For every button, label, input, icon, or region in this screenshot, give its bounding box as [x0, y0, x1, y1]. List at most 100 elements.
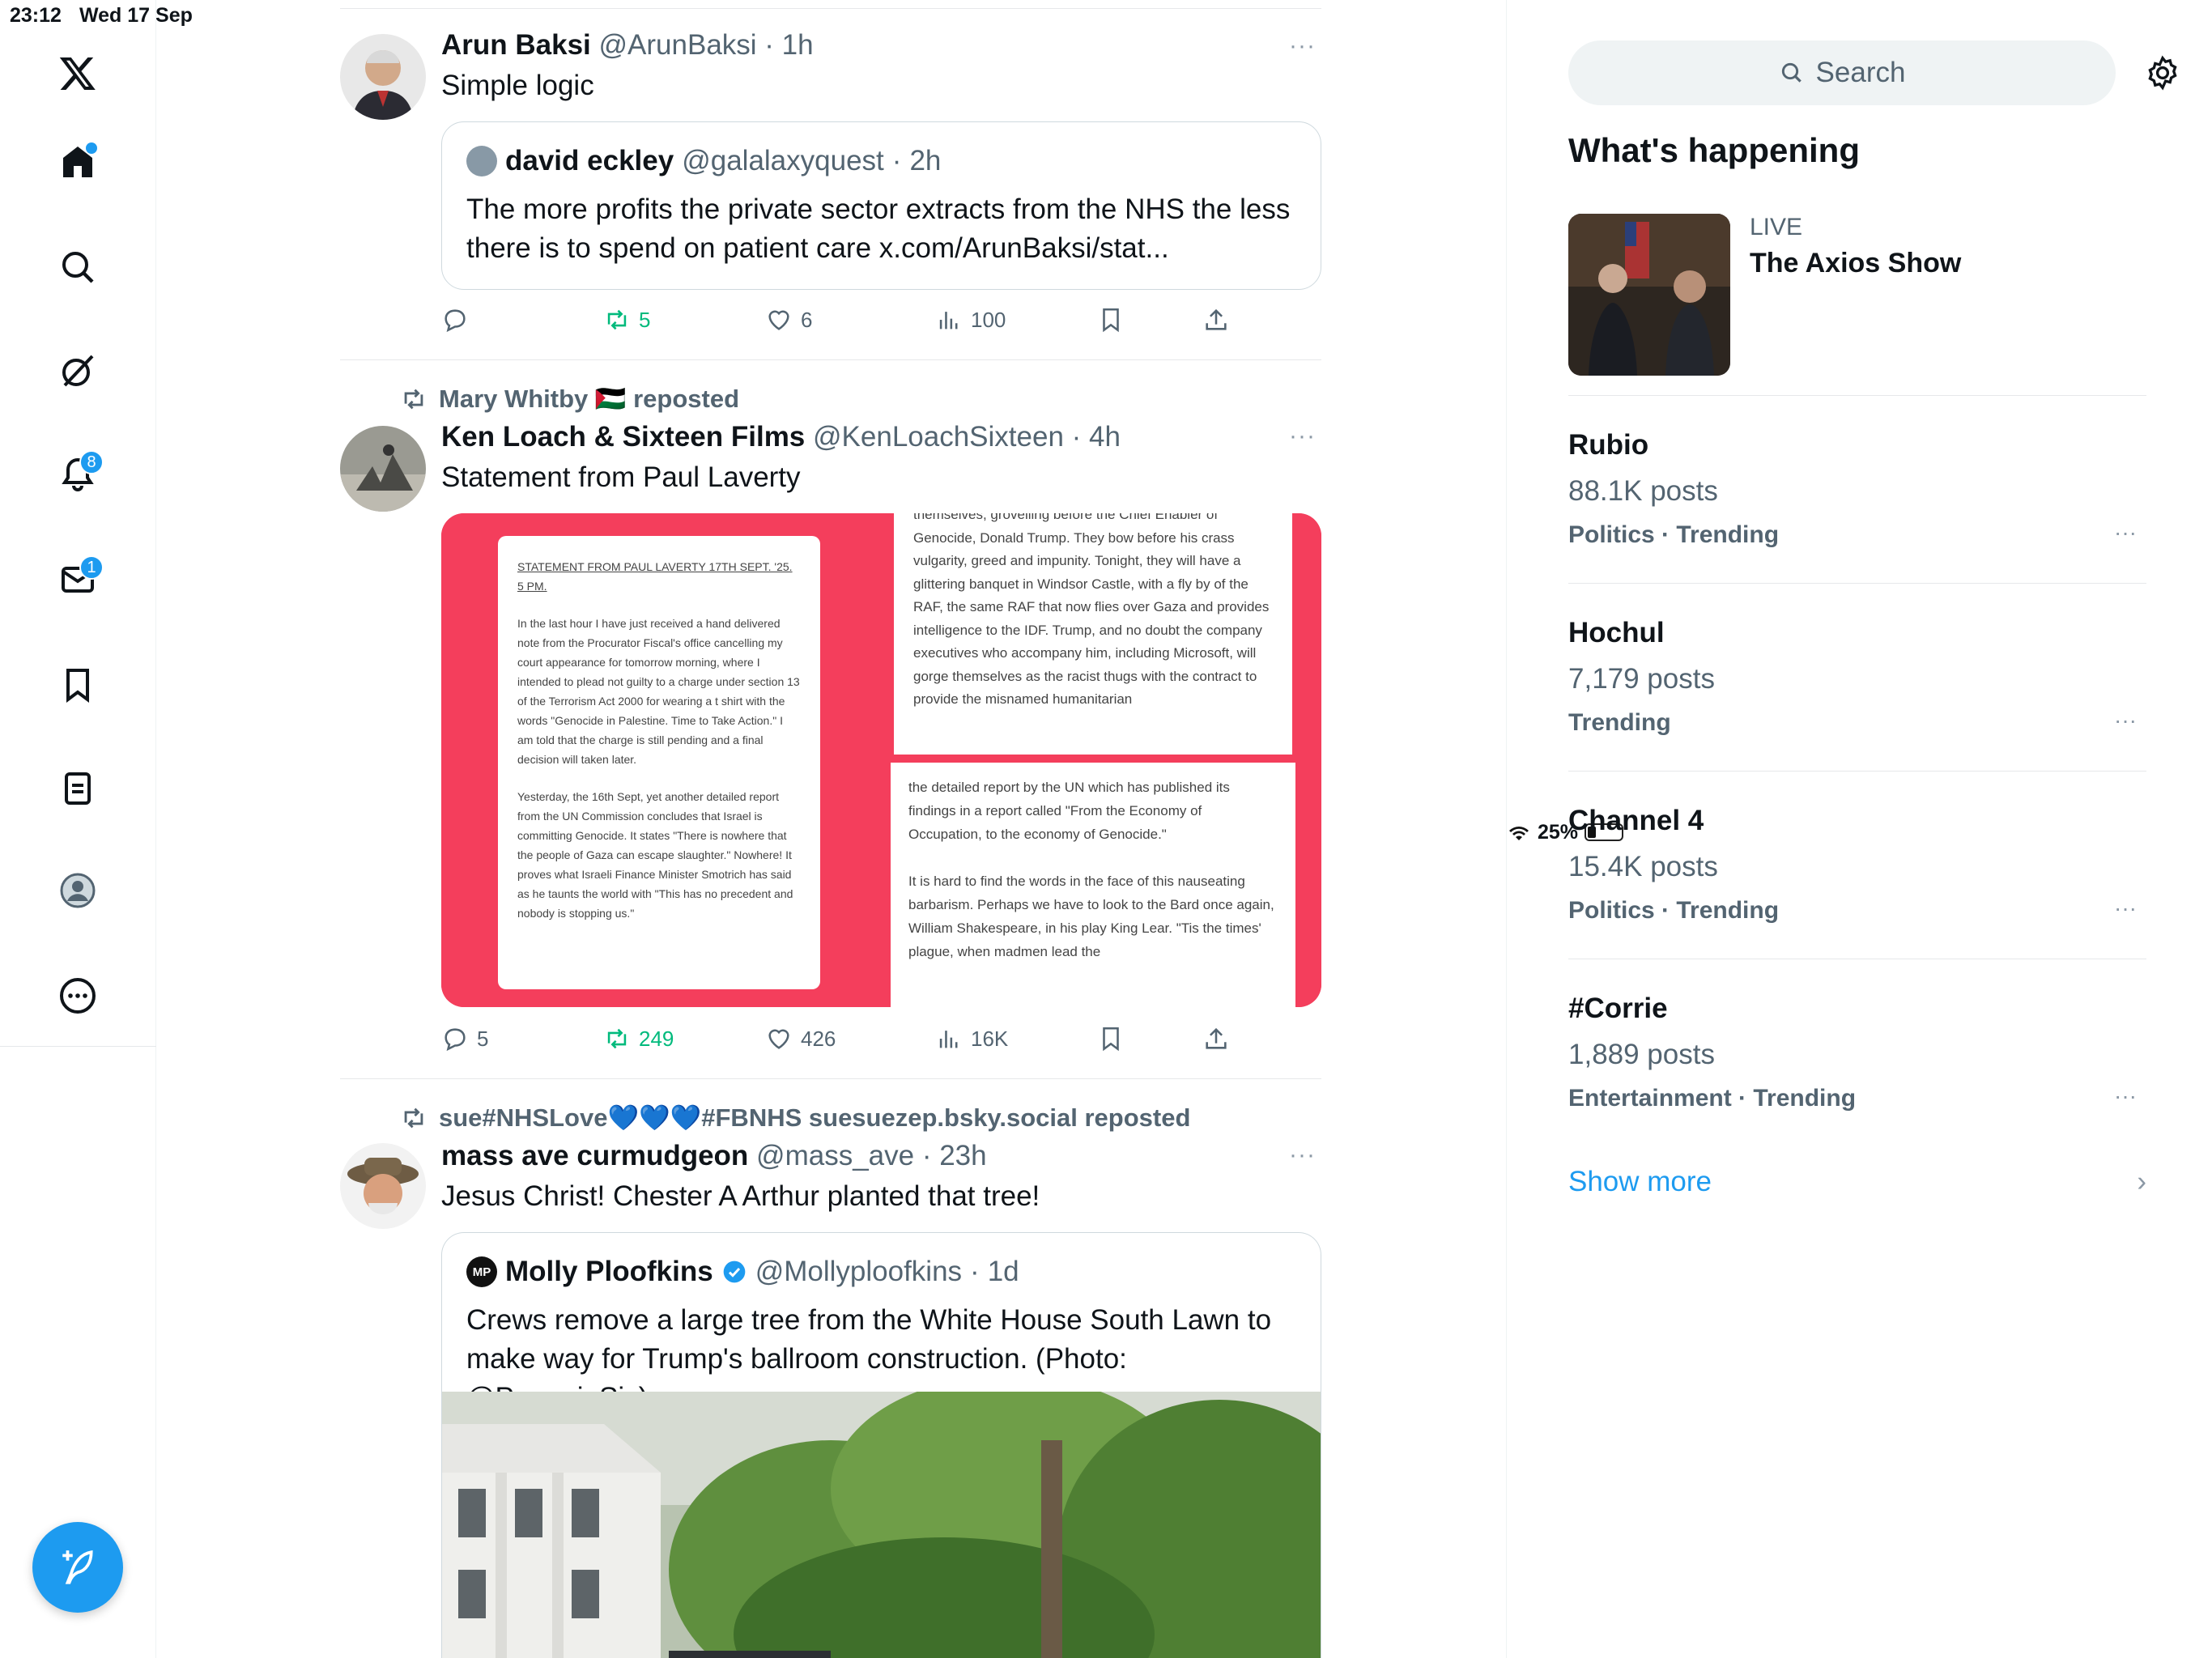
- compose-button[interactable]: [32, 1522, 123, 1613]
- tweet-header: Arun Baksi @ArunBaksi · 1h: [441, 29, 814, 62]
- statement-heading: STATEMENT FROM PAUL LAVERTY 17TH SEPT. '…: [517, 560, 793, 593]
- reply-icon: [445, 309, 466, 333]
- trend-more-button[interactable]: ···: [2114, 520, 2137, 546]
- live-thumbnail[interactable]: [1568, 214, 1730, 376]
- trend-posts: 88.1K posts: [1568, 475, 1718, 507]
- tweet-time[interactable]: 4h: [1089, 421, 1121, 453]
- show-more-label: Show more: [1568, 1166, 1712, 1197]
- like-button[interactable]: 6: [765, 306, 812, 334]
- author-name[interactable]: Ken Loach & Sixteen Films: [441, 421, 805, 453]
- share-button[interactable]: [1202, 1025, 1230, 1052]
- trend-item[interactable]: Rubio 88.1K posts Politics · Trending ··…: [1568, 429, 2146, 591]
- repost-button[interactable]: 249: [603, 1025, 674, 1052]
- quoted-tweet[interactable]: MP Molly Ploofkins @Mollyploofkins · 1d Cr…: [441, 1232, 1321, 1658]
- lists-nav-button[interactable]: [45, 756, 110, 821]
- repost-context: Mary Whitby 🇵🇸 reposted: [400, 384, 739, 414]
- avatar[interactable]: [340, 1143, 426, 1229]
- quote-avatar: [466, 146, 497, 176]
- notifications-badge: 8: [79, 450, 104, 474]
- like-count: 6: [801, 307, 813, 332]
- x-logo-icon[interactable]: [45, 40, 110, 105]
- trend-category: Politics · Trending: [1568, 897, 1780, 924]
- repost-context: sue#NHSLove💙💙💙#FBNHS suesuezep.bsky.soci…: [400, 1103, 1190, 1133]
- grok-nav-button[interactable]: [45, 338, 110, 403]
- messages-nav-button[interactable]: 1: [45, 547, 110, 612]
- share-button[interactable]: [1202, 306, 1230, 334]
- share-icon: [1206, 1027, 1227, 1049]
- like-icon: [768, 310, 789, 330]
- meta-separator: ·: [756, 29, 782, 61]
- trend-item[interactable]: Hochul 7,179 posts Trending ···: [1568, 617, 2146, 779]
- tweet-more-button[interactable]: ···: [1289, 1141, 1321, 1168]
- reply-button[interactable]: 5: [441, 1025, 488, 1052]
- search-bar[interactable]: Search: [1568, 40, 2116, 105]
- statement-page: STATEMENT FROM PAUL LAVERTY 17TH SEPT. '…: [498, 536, 820, 989]
- reply-button[interactable]: [441, 306, 477, 334]
- tweet-divider: [340, 359, 1321, 360]
- tweet-more-button[interactable]: ···: [1289, 423, 1321, 449]
- avatar[interactable]: [340, 426, 426, 512]
- quote-time: 1d: [987, 1256, 1019, 1287]
- repost-icon: [404, 1107, 423, 1128]
- like-button[interactable]: 426: [765, 1025, 836, 1052]
- trend-more-button[interactable]: ···: [2114, 708, 2137, 733]
- author-handle[interactable]: @mass_ave: [756, 1140, 914, 1171]
- trend-name: Hochul: [1568, 617, 1665, 648]
- author-name[interactable]: mass ave curmudgeon: [441, 1140, 748, 1171]
- show-more-link[interactable]: Show more ›: [1568, 1166, 2146, 1198]
- home-nav-button[interactable]: [45, 130, 110, 194]
- compose-icon: [62, 1550, 93, 1584]
- trend-more-button[interactable]: ···: [2114, 1083, 2137, 1109]
- media-image-top-right[interactable]: themselves, grovelling before the Chief …: [883, 513, 1321, 758]
- author-name[interactable]: Arun Baksi: [441, 29, 591, 61]
- trend-more-button[interactable]: ···: [2114, 895, 2137, 921]
- statement-paragraph: themselves, grovelling before the Chief …: [913, 513, 1270, 707]
- bookmark-icon: [66, 669, 89, 703]
- tweet-divider: [340, 1078, 1321, 1079]
- media-image-bottom-right[interactable]: the detailed report by the UN which has …: [883, 763, 1321, 1007]
- profile-nav-button[interactable]: [45, 858, 110, 923]
- whats-happening-title: What's happening: [1568, 131, 1860, 169]
- bookmark-button[interactable]: [1097, 306, 1125, 334]
- avatar[interactable]: [340, 34, 426, 120]
- views-button[interactable]: 100: [935, 306, 1006, 334]
- quoted-tweet[interactable]: david eckley @galalaxyquest · 2h The more …: [441, 121, 1321, 290]
- author-handle[interactable]: @KenLoachSixteen: [813, 421, 1064, 453]
- quote-author-handle: @galalaxyquest: [682, 145, 884, 176]
- reposted-by-text[interactable]: sue#NHSLove💙💙💙#FBNHS suesuezep.bsky.soci…: [439, 1103, 1190, 1133]
- quote-photo[interactable]: [442, 1392, 1321, 1658]
- tweet-time[interactable]: 1h: [782, 29, 814, 61]
- tweet-time[interactable]: 23h: [939, 1140, 986, 1171]
- like-count: 426: [801, 1026, 836, 1051]
- home-unread-dot: [86, 142, 97, 154]
- views-button[interactable]: 16K: [935, 1025, 1008, 1052]
- meta-separator: ·: [891, 145, 902, 176]
- trend-item[interactable]: #Corrie 1,889 posts Entertainment · Tren…: [1568, 993, 2146, 1154]
- statement-page: the detailed report by the UN which has …: [891, 763, 1295, 1007]
- live-event[interactable]: LIVE The Axios Show: [1568, 214, 2146, 397]
- more-circle-icon: [60, 978, 96, 1014]
- search-icon: [62, 252, 94, 283]
- media-image-left[interactable]: STATEMENT FROM PAUL LAVERTY 17TH SEPT. '…: [441, 513, 877, 1007]
- reposted-by-text[interactable]: Mary Whitby 🇵🇸 reposted: [439, 384, 739, 414]
- repost-button[interactable]: 5: [603, 306, 650, 334]
- trend-posts: 7,179 posts: [1568, 663, 1715, 695]
- tweet-media[interactable]: STATEMENT FROM PAUL LAVERTY 17TH SEPT. '…: [441, 513, 1321, 1007]
- repost-icon: [404, 389, 423, 409]
- settings-button[interactable]: [2145, 55, 2180, 91]
- tweet-header: Ken Loach & Sixteen Films @KenLoachSixte…: [441, 421, 1121, 453]
- quote-avatar: MP: [466, 1256, 497, 1287]
- notifications-nav-button[interactable]: 8: [45, 442, 110, 507]
- bookmarks-nav-button[interactable]: [45, 653, 110, 717]
- like-icon: [768, 1029, 789, 1049]
- search-placeholder: Search: [1815, 57, 1906, 88]
- author-handle[interactable]: @ArunBaksi: [599, 29, 757, 61]
- explore-nav-button[interactable]: [45, 235, 110, 300]
- nav-divider: [0, 1046, 156, 1047]
- bookmark-button[interactable]: [1097, 1025, 1125, 1052]
- repost-count: 5: [639, 307, 651, 332]
- trend-item[interactable]: Channel 4 15.4K posts Politics · Trendin…: [1568, 805, 2146, 967]
- more-nav-button[interactable]: [45, 963, 110, 1028]
- meta-separator: ·: [970, 1256, 980, 1287]
- tweet-more-button[interactable]: ···: [1289, 32, 1321, 59]
